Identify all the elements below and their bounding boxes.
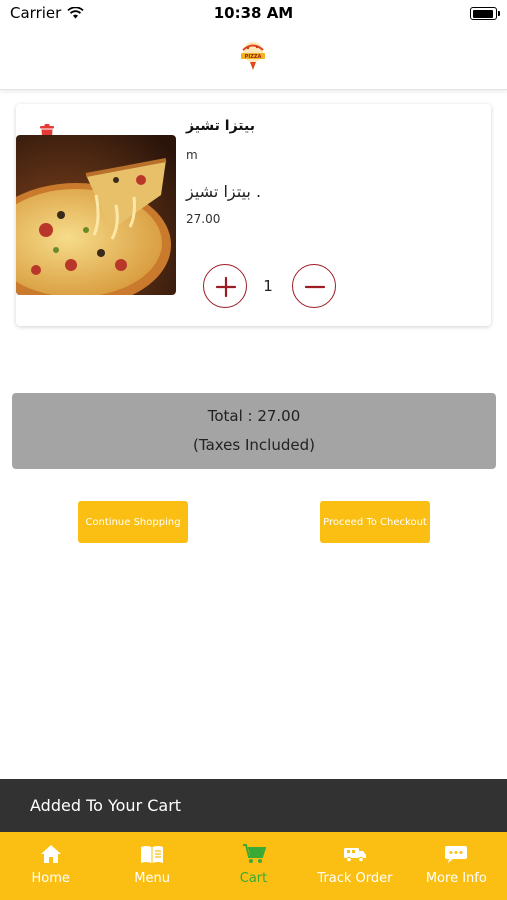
continue-shopping-button[interactable]: Continue Shopping bbox=[78, 501, 188, 543]
truck-icon bbox=[343, 848, 366, 863]
pizza-logo-icon: PIZZA bbox=[241, 42, 265, 70]
bottom-tab-bar: Home Menu Cart Track Order More Info bbox=[0, 832, 507, 900]
tab-home[interactable]: Home bbox=[0, 832, 101, 900]
cart-icon bbox=[242, 844, 266, 863]
item-name: بيتزا تشيز bbox=[186, 118, 255, 134]
order-total-box: Total : 27.00 (Taxes Included) bbox=[12, 393, 496, 469]
item-price: 27.00 bbox=[186, 212, 221, 226]
pizza-image bbox=[16, 135, 176, 295]
battery-icon bbox=[470, 7, 500, 20]
decrease-quantity-button[interactable] bbox=[292, 264, 336, 308]
menu-book-icon bbox=[141, 846, 164, 863]
status-bar: Carrier 10:38 AM bbox=[0, 0, 507, 28]
total-amount: Total : 27.00 bbox=[207, 407, 301, 425]
added-to-cart-snackbar: Added To Your Cart bbox=[0, 779, 507, 832]
tab-cart[interactable]: Cart bbox=[203, 832, 304, 900]
cart-item-card: بيتزا تشيز m بيتزا تشيز . 27.00 1 bbox=[16, 104, 491, 326]
plus-icon bbox=[215, 276, 237, 298]
battery-level bbox=[472, 9, 494, 18]
tab-track-order[interactable]: Track Order bbox=[304, 832, 405, 900]
cart-screen: Carrier 10:38 AM PIZZA بيتزا تشيز m بيتز… bbox=[0, 0, 507, 900]
tab-menu-label: Menu bbox=[134, 871, 170, 886]
increase-quantity-button[interactable] bbox=[203, 264, 247, 308]
tab-menu[interactable]: Menu bbox=[101, 832, 202, 900]
svg-text:PIZZA: PIZZA bbox=[245, 54, 262, 60]
tab-track-order-label: Track Order bbox=[317, 871, 393, 886]
taxes-note: (Taxes Included) bbox=[193, 436, 315, 454]
clock: 10:38 AM bbox=[213, 4, 294, 22]
proceed-to-checkout-button[interactable]: Proceed To Checkout bbox=[320, 501, 430, 543]
info-chat-icon bbox=[445, 846, 468, 863]
snackbar-message: Added To Your Cart bbox=[30, 796, 182, 815]
item-size: m bbox=[186, 148, 198, 162]
minus-icon bbox=[304, 285, 326, 289]
tab-cart-label: Cart bbox=[239, 871, 268, 886]
tab-home-label: Home bbox=[31, 871, 70, 886]
pizza-photo bbox=[16, 135, 176, 295]
quantity-value: 1 bbox=[263, 277, 273, 295]
item-description: بيتزا تشيز . bbox=[186, 182, 262, 201]
tab-more-info[interactable]: More Info bbox=[406, 832, 507, 900]
app-header: PIZZA bbox=[0, 28, 507, 90]
tab-more-info-label: More Info bbox=[425, 871, 487, 886]
home-icon bbox=[40, 845, 61, 863]
